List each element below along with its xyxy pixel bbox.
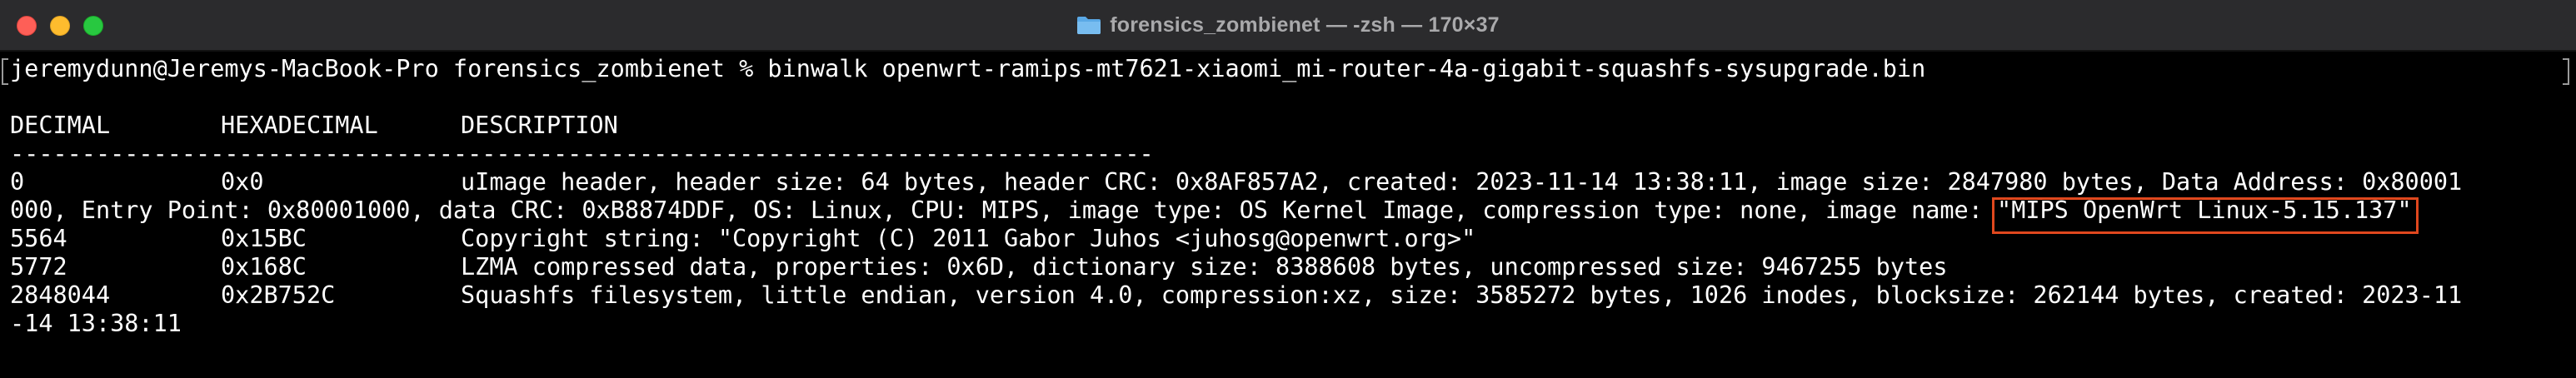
row-decimal: 0 — [10, 168, 25, 196]
row-description-wrap: 000, Entry Point: 0x80001000, data CRC: … — [10, 196, 1998, 224]
title-bar[interactable]: forensics_zombienet — -zsh — 170×37 — [0, 0, 2576, 52]
row-decimal: 5772 — [10, 253, 67, 281]
row-hex: 0x2B752C — [221, 281, 336, 309]
row-hex: 0x15BC — [221, 225, 307, 252]
row-description: Squashfs filesystem, little endian, vers… — [461, 281, 2463, 309]
separator-line: ----------------------------------------… — [10, 140, 1154, 167]
row-description: LZMA compressed data, properties: 0x6D, … — [461, 253, 1948, 281]
table-row: 5772 0x168C LZMA compressed data, proper… — [10, 253, 2559, 281]
window-title-text: forensics_zombienet — -zsh — 170×37 — [1110, 12, 1500, 37]
selection-bracket-left — [2, 58, 8, 85]
header-decimal: DECIMAL — [10, 112, 111, 139]
row-description: uImage header, header size: 64 bytes, he… — [461, 168, 2463, 196]
row-hex: 0x0 — [221, 168, 264, 196]
row-decimal: 5564 — [10, 225, 67, 252]
shell-prompt: jeremydunn@Jeremys-MacBook-Pro forensics… — [10, 55, 768, 82]
command-text: binwalk openwrt-ramips-mt7621-xiaomi_mi-… — [767, 55, 1926, 82]
terminal-window: forensics_zombienet — -zsh — 170×37 jere… — [0, 0, 2576, 378]
header-row: DECIMAL HEXADECIMAL DESCRIPTION — [10, 112, 1260, 140]
command-line: jeremydunn@Jeremys-MacBook-Pro forensics… — [10, 55, 1925, 83]
row-hex: 0x168C — [221, 253, 307, 281]
table-row-continuation: -14 13:38:11 — [10, 310, 182, 337]
header-description: DESCRIPTION — [461, 112, 618, 139]
table-row: 2848044 0x2B752C Squashfs filesystem, li… — [10, 281, 2559, 310]
image-name-highlight-box — [1992, 197, 2419, 234]
window-title: forensics_zombienet — -zsh — 170×37 — [0, 0, 2576, 50]
table-row: 0 0x0 uImage header, header size: 64 byt… — [10, 168, 2559, 196]
selection-bracket-right — [2563, 58, 2569, 85]
header-hexadecimal: HEXADECIMAL — [221, 112, 378, 139]
folder-icon — [1076, 15, 1101, 35]
row-description: Copyright string: "Copyright (C) 2011 Ga… — [461, 225, 1476, 252]
row-decimal: 2848044 — [10, 281, 111, 309]
